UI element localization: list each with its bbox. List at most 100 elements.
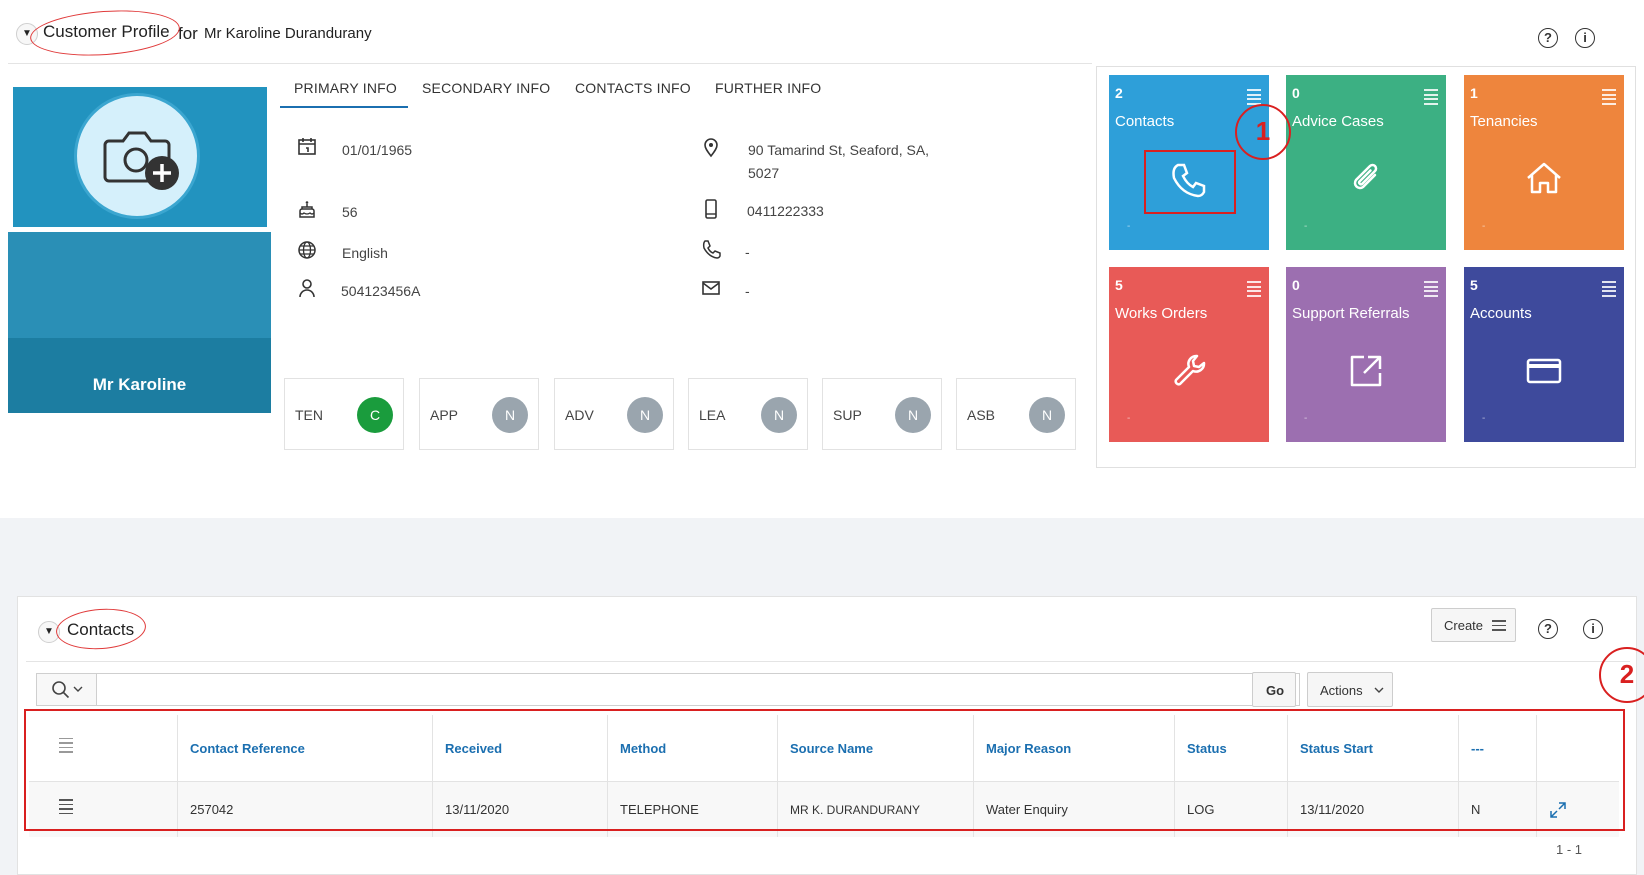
- tile-dash: -: [1127, 413, 1131, 424]
- globe-icon: [298, 241, 316, 259]
- tile-dash: -: [1482, 413, 1486, 424]
- date-of-birth: 01/01/1965: [342, 142, 413, 158]
- search-bar: [36, 673, 1300, 706]
- add-photo-button[interactable]: [74, 93, 200, 219]
- location-pin-icon: [704, 138, 718, 158]
- calendar-icon: [298, 138, 316, 155]
- search-column-selector[interactable]: [37, 674, 97, 705]
- external-link-icon: [1350, 355, 1382, 387]
- id-number: 504123456A: [341, 283, 421, 299]
- annotation-box-contacts-icon: [1144, 150, 1236, 214]
- info-icon[interactable]: i: [1575, 28, 1595, 48]
- flag-status-badge: N: [895, 397, 931, 433]
- phone-icon: [702, 240, 721, 259]
- tile-menu-icon[interactable]: [1602, 281, 1616, 299]
- flag-lea[interactable]: LEA N: [688, 378, 808, 450]
- mobile-phone-icon: [705, 199, 717, 219]
- home-icon: [1527, 162, 1561, 194]
- tile-label: Contacts: [1115, 113, 1175, 130]
- tile-count: 0: [1292, 277, 1300, 293]
- tile-count: 5: [1470, 277, 1478, 293]
- tile-count: 5: [1115, 277, 1123, 293]
- flag-code: LEA: [699, 407, 726, 423]
- address-line-1: 90 Tamarind St, Seaford, SA,: [748, 142, 930, 158]
- tile-label: Accounts: [1470, 305, 1532, 322]
- search-icon: [52, 681, 83, 699]
- camera-add-icon: [103, 131, 179, 190]
- tab-further-info[interactable]: FURTHER INFO: [715, 80, 821, 96]
- flag-asb[interactable]: ASB N: [956, 378, 1076, 450]
- credit-card-icon: [1526, 358, 1562, 384]
- tile-accounts[interactable]: 5 Accounts -: [1464, 267, 1624, 442]
- flag-code: APP: [430, 407, 459, 423]
- annotation-box-contacts-table: [24, 709, 1625, 831]
- tile-count: 1: [1470, 85, 1478, 101]
- user-icon: [299, 279, 315, 298]
- chevron-down-icon: [1374, 687, 1384, 693]
- tile-label: Advice Cases: [1292, 113, 1384, 130]
- mobile-number: 0411222333: [747, 203, 824, 219]
- tile-menu-icon[interactable]: [1602, 89, 1616, 107]
- tile-dash: -: [1304, 221, 1308, 232]
- tile-menu-icon[interactable]: [1424, 89, 1438, 107]
- flag-status-badge: N: [761, 397, 797, 433]
- tile-works-orders[interactable]: 5 Works Orders -: [1109, 267, 1269, 442]
- actions-menu-button[interactable]: Actions: [1307, 672, 1393, 707]
- contacts-header-divider: [26, 661, 1630, 662]
- header-divider: [8, 63, 1092, 64]
- tile-advice-cases[interactable]: 0 Advice Cases -: [1286, 75, 1446, 250]
- flag-code: ASB: [967, 407, 996, 423]
- go-button[interactable]: Go: [1252, 672, 1296, 707]
- tile-menu-icon[interactable]: [1424, 281, 1438, 299]
- tile-menu-icon[interactable]: [1247, 281, 1261, 299]
- pagination-label: 1 - 1: [1556, 842, 1583, 857]
- contacts-help-icon[interactable]: ?: [1538, 619, 1558, 639]
- tile-count: 0: [1292, 85, 1300, 101]
- region-title-for: for: [178, 24, 198, 43]
- tile-tenancies[interactable]: 1 Tenancies -: [1464, 75, 1624, 250]
- tile-label: Tenancies: [1470, 113, 1538, 130]
- help-icon[interactable]: ?: [1538, 28, 1558, 48]
- tile-dash: -: [1127, 221, 1131, 232]
- flag-code: ADV: [565, 407, 594, 423]
- language: English: [342, 245, 388, 261]
- wrench-icon: [1174, 354, 1206, 386]
- active-tab-indicator: [280, 106, 408, 108]
- flag-sup[interactable]: SUP N: [822, 378, 942, 450]
- age: 56: [342, 204, 358, 220]
- flag-status-badge: N: [1029, 397, 1065, 433]
- flag-status-badge: C: [357, 397, 393, 433]
- tile-count: 2: [1115, 85, 1123, 101]
- create-button-label: Create: [1444, 618, 1484, 633]
- avatar-name: Mr Karoline: [92, 375, 187, 394]
- avatar-name-panel: Mr Karoline: [8, 232, 271, 413]
- tile-label: Works Orders: [1115, 305, 1208, 322]
- tab-secondary-info[interactable]: SECONDARY INFO: [422, 80, 550, 96]
- tile-label: Support Referrals: [1292, 305, 1410, 322]
- annotation-ellipse-title: [28, 5, 182, 61]
- tile-dash: -: [1304, 413, 1308, 424]
- address-line-2: 5027: [748, 165, 780, 181]
- flag-code: SUP: [833, 407, 862, 423]
- actions-label: Actions: [1320, 683, 1363, 698]
- create-button[interactable]: Create: [1431, 608, 1516, 642]
- customer-name: Mr Karoline Durandurany: [204, 25, 372, 42]
- email-icon: [702, 281, 720, 295]
- tab-primary-info[interactable]: PRIMARY INFO: [294, 80, 397, 96]
- tile-dash: -: [1482, 221, 1486, 232]
- flag-status-badge: N: [492, 397, 528, 433]
- flag-adv[interactable]: ADV N: [554, 378, 674, 450]
- flag-status-badge: N: [627, 397, 663, 433]
- phone-number: -: [745, 244, 750, 260]
- contacts-info-icon[interactable]: i: [1583, 619, 1603, 639]
- menu-lines-icon: [1492, 620, 1506, 634]
- go-button-label: Go: [1266, 683, 1285, 698]
- tile-support-referrals[interactable]: 0 Support Referrals -: [1286, 267, 1446, 442]
- paperclip-icon: [1353, 163, 1378, 190]
- flag-ten[interactable]: TEN C: [284, 378, 404, 450]
- tab-contacts-info[interactable]: CONTACTS INFO: [575, 80, 691, 96]
- search-input[interactable]: [99, 676, 1293, 705]
- annotation-marker-1: 1: [1235, 104, 1291, 160]
- flag-code: TEN: [295, 407, 323, 423]
- flag-app[interactable]: APP N: [419, 378, 539, 450]
